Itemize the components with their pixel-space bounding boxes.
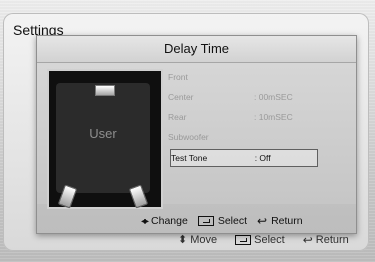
menu-item-test-tone[interactable]: Test Tone : Off xyxy=(170,149,318,167)
dialog-help-return-label: Return xyxy=(271,215,303,227)
select-icon xyxy=(235,234,252,245)
background-help-return-label: Return xyxy=(315,233,349,246)
menu-item-label: Test Tone xyxy=(171,153,208,163)
delay-time-dialog: Delay Time User Front Center : 00mSEC Re… xyxy=(36,35,357,234)
background-help-select: Select xyxy=(235,234,285,246)
dialog-title: Delay Time xyxy=(37,36,356,63)
return-icon: ↩ xyxy=(257,214,268,228)
menu-item-value: : 00mSEC xyxy=(254,92,293,102)
background-help-select-label: Select xyxy=(254,233,285,246)
menu-item-subwoofer[interactable]: Subwoofer xyxy=(168,129,318,145)
menu-item-label: Subwoofer xyxy=(168,132,209,142)
dialog-help-change: ◂▸ Change xyxy=(141,215,188,227)
menu-item-label: Center xyxy=(168,92,194,102)
speaker-room: User xyxy=(56,83,150,209)
menu-item-value: : 10mSEC xyxy=(254,112,293,122)
dialog-help-change-label: Change xyxy=(151,215,188,227)
menu-item-rear[interactable]: Rear : 10mSEC xyxy=(168,109,318,125)
menu-item-label: Rear xyxy=(168,112,187,122)
background-help-bar: ⬍ Move Select ↩ Return xyxy=(178,233,349,247)
speaker-layout-preview: User xyxy=(47,69,163,209)
left-right-arrows-icon: ◂▸ xyxy=(141,215,149,227)
menu-item-front[interactable]: Front xyxy=(168,69,318,85)
menu-item-value xyxy=(254,69,318,85)
rear-left-speaker-icon xyxy=(57,184,78,209)
dialog-help-bar: ◂▸ Change Select ↩ Return xyxy=(141,211,303,231)
background-help-return: ↩ Return xyxy=(303,234,349,246)
background-help-move-label: Move xyxy=(190,233,218,246)
menu-item-center[interactable]: Center : 00mSEC xyxy=(168,89,318,105)
rear-right-speaker-icon xyxy=(128,184,149,209)
menu-item-label: Front xyxy=(168,72,188,82)
select-icon xyxy=(197,216,214,226)
menu-item-value: : Off xyxy=(254,153,271,163)
dialog-body: User Front Center : 00mSEC Rear : 10mSEC… xyxy=(37,63,356,209)
center-speaker-icon xyxy=(95,85,115,96)
return-icon: ↩ xyxy=(302,232,313,247)
menu-item-value xyxy=(254,129,318,145)
speaker-mode-label: User xyxy=(89,126,117,141)
dialog-help-select-label: Select xyxy=(217,215,248,227)
background-help-move: ⬍ Move xyxy=(178,233,218,247)
dialog-help-return: ↩ Return xyxy=(257,215,303,227)
up-down-arrows-icon: ⬍ xyxy=(178,234,188,246)
dialog-help-select: Select xyxy=(197,215,248,227)
